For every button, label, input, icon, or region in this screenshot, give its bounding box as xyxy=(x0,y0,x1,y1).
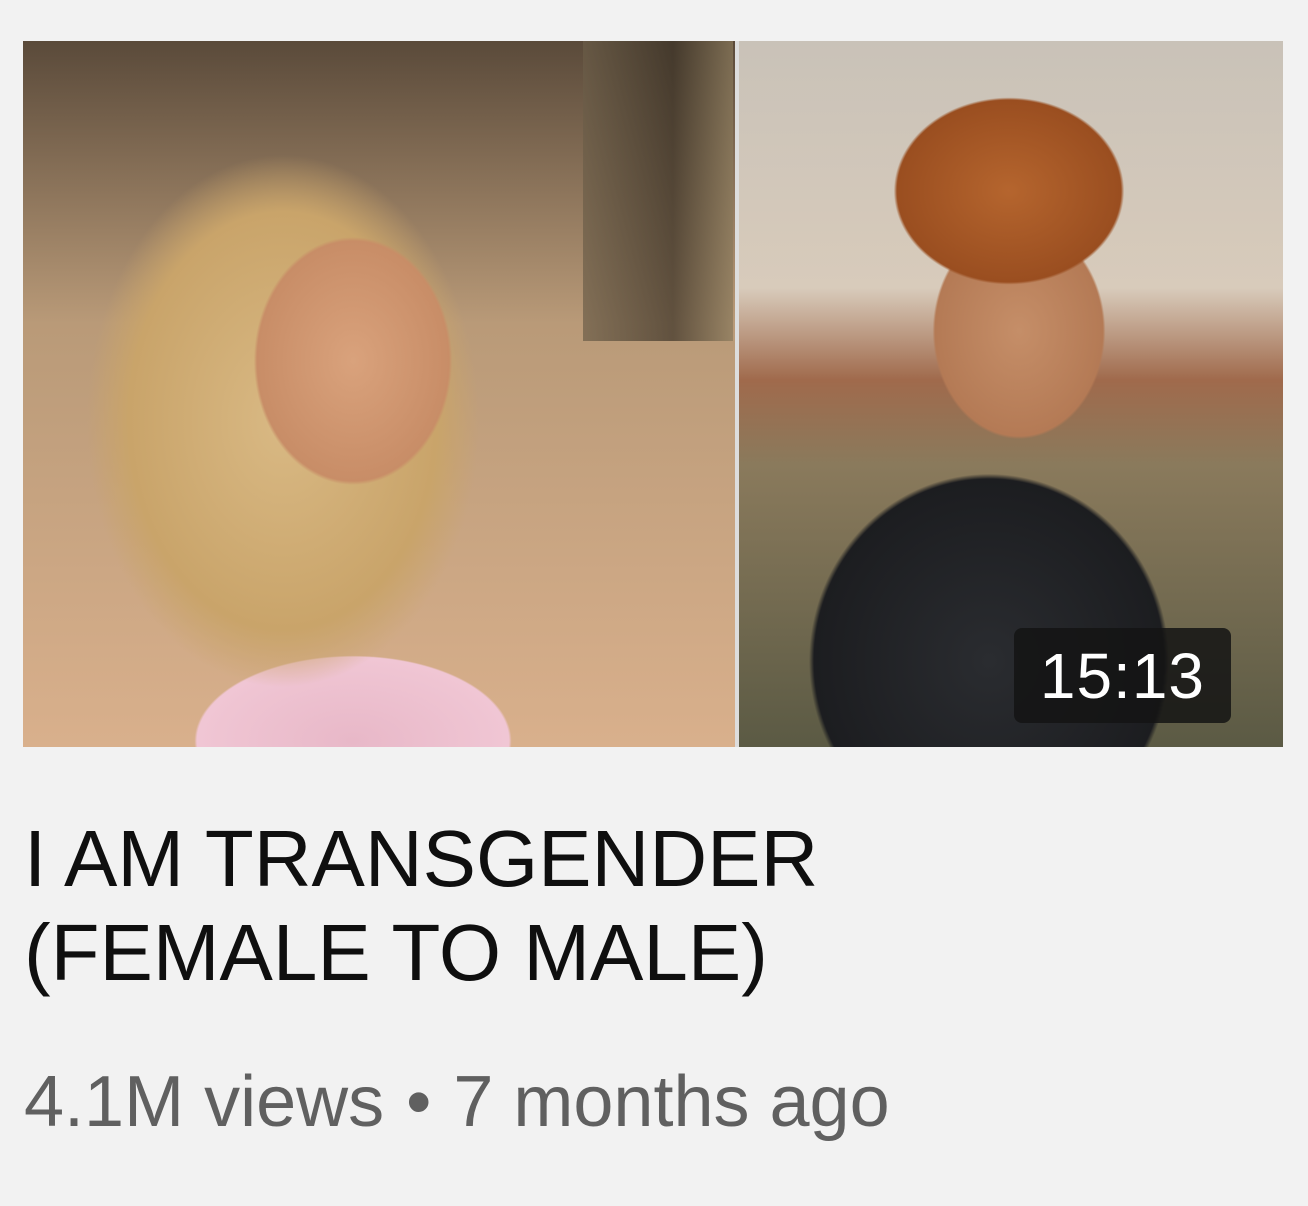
meta-separator: • xyxy=(406,1062,432,1142)
thumbnail-background-mirror xyxy=(583,41,733,341)
thumbnail-left-image xyxy=(23,41,735,747)
upload-age: 7 months ago xyxy=(453,1062,890,1142)
video-metadata: 4.1M views • 7 months ago xyxy=(24,1062,890,1142)
video-thumbnail[interactable]: 15:13 xyxy=(23,41,1283,747)
video-card: 15:13 I AM TRANSGENDER (FEMALE TO MALE) … xyxy=(0,0,1308,1206)
view-count: 4.1M views xyxy=(24,1062,385,1142)
video-title[interactable]: I AM TRANSGENDER (FEMALE TO MALE) xyxy=(24,812,1124,1000)
duration-badge: 15:13 xyxy=(1013,628,1231,723)
